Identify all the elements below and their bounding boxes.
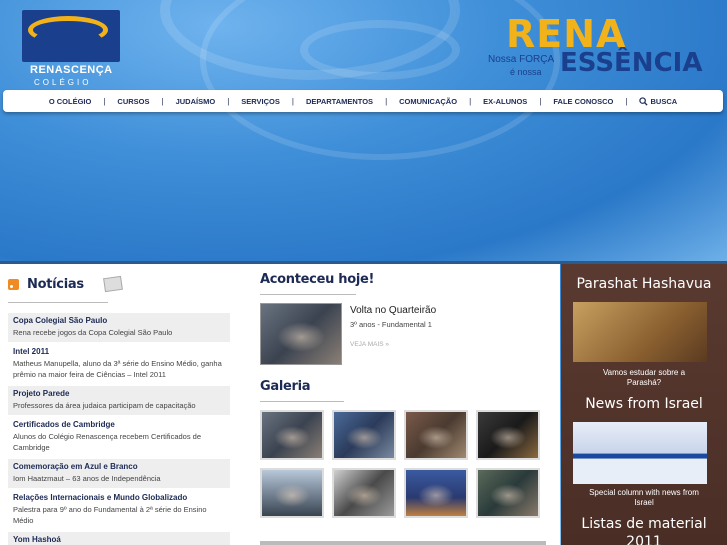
slogan-essencia: ESSÊNCIA <box>560 48 703 78</box>
main-nav: O COLÉGIO | CURSOS | JUDAÍSMO | SERVIÇOS… <box>3 90 723 112</box>
gallery-thumb[interactable] <box>260 410 324 460</box>
nav-separator: | <box>625 96 628 106</box>
rss-icon[interactable] <box>8 278 19 290</box>
nav-busca[interactable]: BUSCA <box>637 97 679 106</box>
carousel-strip[interactable] <box>260 541 546 545</box>
nav-fale-conosco[interactable]: FALE CONOSCO <box>551 97 615 106</box>
events-column: Aconteceu hoje! Volta no Quarteirão 3º a… <box>260 272 550 518</box>
nav-separator: | <box>227 96 230 106</box>
news-item-text: Palestra para 9º ano do Fundamental à 2ª… <box>13 505 207 525</box>
gallery-thumb[interactable] <box>332 410 396 460</box>
news-item[interactable]: Copa Colegial São Paulo Rena recebe jogo… <box>8 313 230 342</box>
event-title[interactable]: Volta no Quarteirão <box>350 305 436 316</box>
news-item-title: Projeto Parede <box>13 389 70 398</box>
event-text: Volta no Quarteirão 3º anos - Fundamenta… <box>350 303 436 365</box>
parashat-caption: Vamos estudar sobre a Parashá? <box>602 368 686 387</box>
nav-cursos[interactable]: CURSOS <box>115 97 151 106</box>
news-item[interactable]: Relações Internacionais e Mundo Globaliz… <box>8 490 230 530</box>
news-item-title: Copa Colegial São Paulo <box>13 316 108 325</box>
nav-separator: | <box>103 96 106 106</box>
listas-year: 2011 <box>626 534 662 545</box>
title-underline <box>8 302 108 303</box>
nav-separator: | <box>539 96 542 106</box>
news-item-text: Iom Haatzmaut – 63 anos de Independência <box>13 474 161 483</box>
title-underline <box>260 294 356 295</box>
gallery-thumb[interactable] <box>404 410 468 460</box>
news-item-title: Yom Hashoá <box>13 535 61 544</box>
parashat-title[interactable]: Parashat Hashavua <box>561 276 727 292</box>
news-item-title: Intel 2011 <box>13 347 50 356</box>
slogan-small1: Nossa FORÇA <box>488 54 555 65</box>
news-item-text: Rena recebe jogos da Copa Colegial São P… <box>13 328 173 337</box>
gallery-thumb[interactable] <box>404 468 468 518</box>
nav-separator: | <box>469 96 472 106</box>
gallery-thumb[interactable] <box>260 468 324 518</box>
news-item[interactable]: Comemoração em Azul e Branco Iom Haatzma… <box>8 459 230 488</box>
gallery-thumb[interactable] <box>476 468 540 518</box>
logo-name: RENASCENÇA <box>30 64 113 76</box>
news-item-text: Alunos do Colégio Renascença recebem Cer… <box>13 432 202 452</box>
news-item-text: Professores da área judaica participam d… <box>13 401 196 410</box>
israel-title[interactable]: News from Israel <box>561 396 727 412</box>
gallery-thumb[interactable] <box>476 410 540 460</box>
nav-judaismo[interactable]: JUDAÍSMO <box>174 97 218 106</box>
news-item[interactable]: Intel 2011 Matheus Manupella, aluno da 3… <box>8 344 230 384</box>
news-item-title: Certificados de Cambridge <box>13 420 115 429</box>
nav-departamentos[interactable]: DEPARTAMENTOS <box>304 97 375 106</box>
logo-ring-icon <box>28 16 108 44</box>
news-item[interactable]: Projeto Parede Professores da área judai… <box>8 386 230 415</box>
featured-event: Volta no Quarteirão 3º anos - Fundamenta… <box>260 303 550 365</box>
title-underline <box>260 401 344 402</box>
logo-sub: COLÉGIO <box>34 78 92 87</box>
sidebar: Parashat Hashavua Vamos estudar sobre a … <box>561 264 727 545</box>
today-title: Aconteceu hoje! <box>260 272 375 287</box>
search-icon <box>639 96 649 106</box>
news-item[interactable]: Certificados de Cambridge Alunos do Colé… <box>8 417 230 457</box>
gallery-thumb[interactable] <box>332 468 396 518</box>
slogan-small2: é nossa <box>510 67 542 77</box>
nav-o-colegio[interactable]: O COLÉGIO <box>47 97 94 106</box>
news-header: Notícias <box>8 272 230 296</box>
listas-title[interactable]: Listas de material <box>561 516 727 532</box>
nav-separator: | <box>291 96 294 106</box>
israel-caption: Special column with news from Israel <box>589 488 699 507</box>
parashat-image[interactable] <box>573 302 707 362</box>
news-item[interactable]: Yom Hashoá <box>8 532 230 545</box>
decorative-swoosh <box>300 20 460 80</box>
nav-servicos[interactable]: SERVIÇOS <box>239 97 282 106</box>
nav-comunicacao[interactable]: COMUNICAÇÃO <box>397 97 459 106</box>
news-item-title: Relações Internacionais e Mundo Globaliz… <box>13 493 188 502</box>
israel-flag-image[interactable] <box>573 422 707 484</box>
gallery-title: Galeria <box>260 379 311 394</box>
see-more-link[interactable]: VEJA MAIS » <box>350 341 436 348</box>
campaign-slogan: RENA Nossa FORÇA é nossa ESSÊNCIA <box>488 12 704 82</box>
event-photo[interactable] <box>260 303 342 365</box>
news-item-title: Comemoração em Azul e Branco <box>13 462 138 471</box>
news-column: Notícias Copa Colegial São Paulo Rena re… <box>8 272 230 545</box>
nav-ex-alunos[interactable]: EX-ALUNOS <box>481 97 529 106</box>
school-logo[interactable]: RENASCENÇA COLÉGIO <box>22 10 120 87</box>
nav-busca-label: BUSCA <box>650 96 678 106</box>
news-item-text: Matheus Manupella, aluno da 3ª série do … <box>13 359 222 379</box>
main-content: Notícias Copa Colegial São Paulo Rena re… <box>0 264 560 545</box>
event-subtitle: 3º anos - Fundamental 1 <box>350 320 432 329</box>
news-title: Notícias <box>27 276 84 292</box>
photo-gallery <box>260 410 550 518</box>
nav-separator: | <box>161 96 164 106</box>
header-banner: RENASCENÇA COLÉGIO RENA Nossa FORÇA é no… <box>0 0 727 262</box>
nav-separator: | <box>385 96 388 106</box>
newspaper-icon <box>102 275 123 293</box>
